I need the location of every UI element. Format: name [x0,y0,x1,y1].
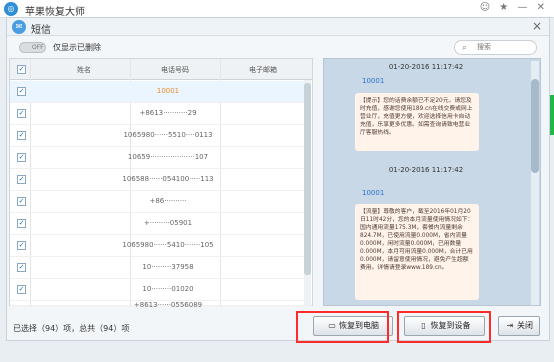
table-header: ✓ 姓名 电话号码 电子邮箱 [10,59,312,80]
phone-number: 106588······054100·····113 [122,175,214,183]
phone-number: +8613······0556089 [133,301,203,309]
table-row[interactable]: ✓ +·········05901 [10,213,306,235]
column-phone: 电话号码 [161,66,189,74]
row-checkbox[interactable]: ✓ [17,153,26,162]
deleted-only-label: 仅显示已删除 [53,43,101,52]
selection-highlight [397,311,491,343]
search-icon: ⌕ [462,43,468,53]
message-sender: 10001 [362,77,385,85]
app-logo-icon: ◎ [4,2,18,16]
sms-dialog: ✉ 短信 × OFF 仅显示已删除 ⌕ ✓ 姓名 电话号码 电子邮箱 ✓ 1000… [6,17,550,341]
row-checkbox[interactable]: ✓ [17,131,26,140]
selection-highlight [296,311,389,343]
table-row[interactable]: ✓ 1065980······5510····0113 [10,125,306,147]
left-scrollbar[interactable] [304,80,311,306]
dialog-header: ✉ 短信 × [7,18,549,36]
message-time: 01-20-2016 11:17:42 [388,63,464,71]
phone-number: 10659····················107 [127,153,209,161]
select-all-checkbox[interactable]: ✓ [17,65,26,74]
phone-number: +86·········· [149,197,187,205]
deleted-only-toggle[interactable]: OFF [19,42,46,53]
column-name: 姓名 [77,66,91,74]
phone-number: 1065980······5510····0113 [123,131,213,139]
phone-number: 10·········01020 [142,285,194,293]
phone-number: 1065980······5410·······105 [122,241,214,249]
search-box[interactable]: ⌕ [454,40,537,55]
message-sender: 10001 [362,189,385,197]
close-button[interactable]: ⇥ 关闭 [498,316,540,336]
row-checkbox[interactable]: ✓ [17,285,26,294]
table-row[interactable]: ✓ +8613···········29 [10,103,306,125]
close-label: 关闭 [517,321,533,330]
phone-number: +8613···········29 [139,109,197,117]
message-scroll-thumb[interactable] [531,79,539,173]
titlebar-controls[interactable]: ☺ ★ — ✕ [480,2,548,13]
search-input[interactable] [477,42,531,53]
phone-number: 10·········37958 [142,263,194,271]
left-scroll-thumb[interactable] [304,83,311,275]
table-row[interactable]: ✓ 10001 [10,81,306,103]
row-checkbox[interactable]: ✓ [17,219,26,228]
message-scrollbar[interactable] [531,61,539,305]
table-row[interactable]: ✓ 10·········01020 [10,279,306,301]
phone-number: +·········05901 [143,219,193,227]
message-bubble: 【提示】您的话费余额已不足20元，请您及时充值，感谢您使用189.cn在线交费或… [355,93,479,151]
app-titlebar: ◎ 苹果恢复大师 ☺ ★ — ✕ [0,0,554,18]
column-email: 电子邮箱 [249,66,277,74]
row-checkbox[interactable]: ✓ [17,263,26,272]
table-row[interactable]: +8613······0556089 [10,301,306,309]
row-checkbox[interactable]: ✓ [17,197,26,206]
row-checkbox[interactable]: ✓ [17,241,26,250]
table-row[interactable]: ✓ +86·········· [10,191,306,213]
app-title: 苹果恢复大师 [25,7,85,18]
row-checkbox[interactable]: ✓ [17,175,26,184]
row-checkbox[interactable]: ✓ [17,87,26,96]
filter-row: OFF 仅显示已删除 ⌕ [7,37,549,57]
phone-number: 10001 [156,87,180,95]
message-bubble: 【流量】尊敬的客户，截至2016年01月20日11时42分，您的本月流量使用情况… [355,204,479,300]
dialog-close-button[interactable]: × [530,19,544,33]
dialog-title: 短信 [31,25,51,36]
table-row[interactable]: ✓ 10659····················107 [10,147,306,169]
row-checkbox[interactable]: ✓ [17,109,26,118]
contact-table: ✓ 姓名 电话号码 电子邮箱 ✓ 10001 ✓ +8613···········2… [9,58,313,309]
table-row[interactable]: ✓ 106588······054100·····113 [10,169,306,191]
toggle-state-text: OFF [32,44,44,51]
selection-status: 已选择（94）项，总共（94）项 [13,324,130,333]
message-time: 01-20-2016 11:17:42 [388,166,464,174]
message-icon: ✉ [12,20,26,34]
table-row[interactable]: ✓ 10·········37958 [10,257,306,279]
table-row[interactable]: ✓ 1065980······5410·······105 [10,235,306,257]
exit-icon: ⇥ [506,321,514,330]
message-pane: 01-20-2016 11:17:42 10001 【提示】您的话费余额已不足2… [323,58,541,306]
side-indicator [550,95,554,135]
